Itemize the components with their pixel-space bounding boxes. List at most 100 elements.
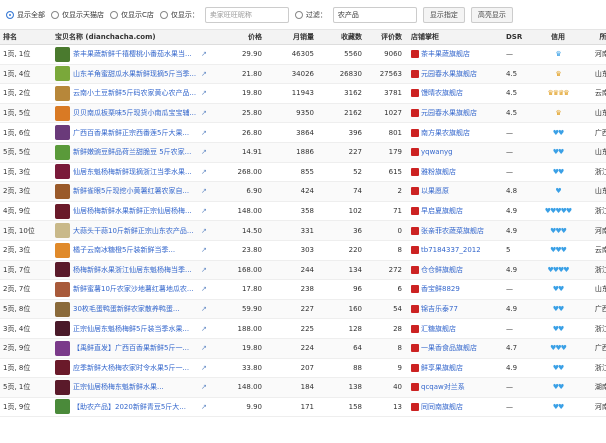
table-row[interactable]: 1页, 4位 山东羊角蜜甜瓜水果新鲜现摘5斤当季... ↗ 21.80 34026 268… (0, 64, 606, 85)
shop-name-link[interactable]: 香宝鲜8829 (421, 284, 460, 294)
product-thumbnail[interactable] (55, 281, 70, 297)
external-link-icon[interactable]: ↗ (201, 187, 209, 195)
product-title-link[interactable]: 杨梅新鲜水果浙江仙居东魁杨梅当季... (73, 265, 198, 275)
external-link-icon[interactable]: ↗ (201, 89, 209, 97)
shop-name-link[interactable]: 同同南旗舰店 (421, 402, 463, 412)
table-row[interactable]: 5页, 8位 30枚毛蛋鸭蛋新鲜农家散养鸭蛋... ↗ 59.90 227 160 54 锦吉… (0, 299, 606, 320)
radio-tmall-only[interactable]: 仅显示天猫店 (51, 10, 104, 20)
product-thumbnail[interactable] (55, 379, 70, 395)
external-link-icon[interactable]: ↗ (201, 70, 209, 78)
shop-name-link[interactable]: 鲜享果旗舰店 (421, 363, 463, 373)
table-row[interactable]: 1页, 8位 应季新鲜大杨梅农家时令水果5斤一... ↗ 33.80 207 88 9 鲜享果… (0, 359, 606, 379)
product-title-link[interactable]: 应季新鲜大杨梅农家时令水果5斤一... (73, 363, 198, 373)
product-thumbnail[interactable] (55, 144, 70, 160)
shop-name-link[interactable]: qcqaw对兰系 (421, 382, 465, 392)
external-link-icon[interactable]: ↗ (201, 207, 209, 215)
shop-name-link[interactable]: 雅粉旗舰店 (421, 167, 456, 177)
radio-filter[interactable]: 过滤： (294, 10, 327, 20)
product-thumbnail[interactable] (55, 262, 70, 278)
shop-name-link[interactable]: 汇糖旗舰店 (421, 324, 456, 334)
table-row[interactable]: 2页, 3位 新鲜雀眼5斤现挖小黄薯红薯农家自... ↗ 6.90 424 74 2 以果愿原… (0, 182, 606, 202)
external-link-icon[interactable]: ↗ (201, 168, 209, 176)
external-link-icon[interactable]: ↗ (201, 403, 209, 411)
product-title-link[interactable]: 正宗仙居杨梅东魁新鲜水果... (73, 382, 198, 392)
shop-name-link[interactable]: 元园春水果旗舰店 (421, 108, 477, 118)
table-row[interactable]: 2页, 9位 【禹鲜直发】广西百香果新鲜5斤一... ↗ 19.80 224 64 8 一果香… (0, 338, 606, 359)
table-row[interactable]: 1页, 2位 云南小土豆新鲜5斤码农家黄心农产品... ↗ 19.80 11943 316… (0, 84, 606, 104)
col-shop-header[interactable]: 店铺掌柜 (408, 32, 498, 42)
filter-keyword-input[interactable]: 农产品 (332, 6, 417, 23)
external-link-icon[interactable]: ↗ (201, 344, 209, 352)
table-row[interactable]: 1页, 9位 【助农产品】2020新鲜青豆5斤大... ↗ 9.90 171 158 13 同… (0, 398, 606, 418)
shop-name-link[interactable]: 锦吉乐泰77 (421, 304, 458, 314)
table-row[interactable]: 2页, 3位 橘子云南冰糖橙5斤装新鲜当季... ↗ 23.80 303 220 8 tb71… (0, 241, 606, 261)
product-thumbnail[interactable] (55, 301, 70, 317)
col-price-header[interactable]: 价格 (212, 32, 268, 42)
col-rank-header[interactable]: 排名 (0, 32, 52, 42)
shop-name-link[interactable]: 茶丰果蔬旗舰店 (421, 49, 470, 59)
table-row[interactable]: 1页, 7位 杨梅新鲜水果浙江仙居东魁杨梅当季... ↗ 168.00 244 134 27… (0, 260, 606, 281)
radio-show-only[interactable]: 仅显示： (159, 10, 199, 20)
shop-name-link[interactable]: 以果愿原 (421, 186, 449, 196)
product-title-link[interactable]: 广西百香果新鲜正宗西番莲5斤大果... (73, 128, 198, 138)
external-link-icon[interactable]: ↗ (201, 109, 209, 117)
product-thumbnail[interactable] (55, 242, 70, 258)
col-credit-header[interactable]: 信用 (532, 32, 584, 42)
table-row[interactable]: 1页, 10位 大蒜头干蒜10斤新鲜正宗山东农产品... ↗ 14.50 331 36 0 张… (0, 221, 606, 241)
product-title-link[interactable]: 新鲜蜜薯10斤农家沙地薯红薯地瓜农... (73, 284, 198, 294)
product-title-link[interactable]: 【禹鲜直发】广西百香果新鲜5斤一... (73, 343, 198, 353)
shop-name-link[interactable]: 早启夏旗舰店 (421, 206, 463, 216)
external-link-icon[interactable]: ↗ (201, 148, 209, 156)
product-thumbnail[interactable] (55, 203, 70, 219)
shop-name-link[interactable]: 馒晴农旗舰店 (421, 88, 463, 98)
external-link-icon[interactable]: ↗ (201, 50, 209, 58)
shop-name-link[interactable]: 南方果农旗舰店 (421, 128, 470, 138)
external-link-icon[interactable]: ↗ (201, 246, 209, 254)
product-thumbnail[interactable] (55, 321, 70, 337)
product-thumbnail[interactable] (55, 125, 70, 141)
product-title-link[interactable]: 正宗仙居东魁杨梅鲜5斤装当季水果... (73, 324, 198, 334)
table-row[interactable]: 2页, 7位 新鲜蜜薯10斤农家沙地薯红薯地瓜农... ↗ 17.80 238 96 6 香宝… (0, 280, 606, 300)
product-thumbnail[interactable] (55, 85, 70, 101)
product-title-link[interactable]: 贝贝南瓜板栗味5斤现货小南瓜宝宝辅... (73, 108, 198, 118)
external-link-icon[interactable]: ↗ (201, 285, 209, 293)
highlight-button[interactable]: 高亮显示 (470, 6, 513, 23)
shop-name-link[interactable]: tb7184337_2012 (421, 246, 481, 254)
product-thumbnail[interactable] (55, 183, 70, 199)
product-title-link[interactable]: 仙居杨梅新鲜水果新鲜正宗仙居杨梅... (73, 206, 198, 216)
table-row[interactable]: 1页, 5位 贝贝南瓜板栗味5斤现货小南瓜宝宝辅... ↗ 25.80 9350 2162… (0, 103, 606, 124)
seller-keyword-input[interactable]: 卖家旺旺昵称 (204, 6, 289, 23)
external-link-icon[interactable]: ↗ (201, 227, 209, 235)
product-title-link[interactable]: 橘子云南冰糖橙5斤装新鲜当季... (73, 245, 198, 255)
shop-name-link[interactable]: 仓仓鲜旗舰店 (421, 265, 463, 275)
product-thumbnail[interactable] (55, 164, 70, 180)
external-link-icon[interactable]: ↗ (201, 325, 209, 333)
product-title-link[interactable]: 山东羊角蜜甜瓜水果新鲜现摘5斤当季... (73, 69, 198, 79)
table-row[interactable]: 5页, 5位 新鲜嫩豌豆鲜品荷兰甜脆豆 5斤农家... ↗ 14.91 1886 227 1… (0, 142, 606, 163)
external-link-icon[interactable]: ↗ (201, 266, 209, 274)
external-link-icon[interactable]: ↗ (201, 364, 209, 372)
shop-name-link[interactable]: 元园春水果旗舰店 (421, 69, 477, 79)
table-row[interactable]: 5页, 1位 正宗仙居杨梅东魁新鲜水果... ↗ 148.00 184 138 40 qcqa… (0, 378, 606, 398)
product-thumbnail[interactable] (55, 46, 70, 62)
col-favorites-header[interactable]: 收藏数 (320, 32, 368, 42)
product-title-link[interactable]: 【助农产品】2020新鲜青豆5斤大... (73, 402, 198, 412)
product-title-link[interactable]: 仙居东魁杨梅新鲜现摘浙江当季水果... (73, 167, 198, 177)
product-title-link[interactable]: 茶丰果蔬新鲜千禧樱桃小番茄水果当... (73, 49, 198, 59)
col-monthly-sales-header[interactable]: 月销量 (268, 32, 320, 42)
product-thumbnail[interactable] (55, 223, 70, 239)
external-link-icon[interactable]: ↗ (201, 129, 209, 137)
product-thumbnail[interactable] (55, 340, 70, 356)
shop-name-link[interactable]: 一果香食品旗舰店 (421, 343, 477, 353)
product-thumbnail[interactable] (55, 66, 70, 82)
radio-show-all[interactable]: 显示全部 (6, 10, 45, 20)
col-reviews-header[interactable]: 评价数 (368, 32, 408, 42)
table-row[interactable]: 1页, 3位 仙居东魁杨梅新鲜现摘浙江当季水果... ↗ 268.00 855 52 615… (0, 163, 606, 183)
table-row[interactable]: 3页, 4位 正宗仙居东魁杨梅鲜5斤装当季水果... ↗ 188.00 225 128 28… (0, 319, 606, 339)
table-row[interactable]: 1页, 6位 广西百香果新鲜正宗西番莲5斤大果... ↗ 26.80 3864 396 80… (0, 123, 606, 143)
external-link-icon[interactable]: ↗ (201, 305, 209, 313)
product-title-link[interactable]: 新鲜嫩豌豆鲜品荷兰甜脆豆 5斤农家... (73, 147, 198, 157)
shop-name-link[interactable]: yqwanyg (421, 148, 453, 156)
product-thumbnail[interactable] (55, 105, 70, 121)
product-title-link[interactable]: 大蒜头干蒜10斤新鲜正宗山东农产品... (73, 226, 198, 236)
